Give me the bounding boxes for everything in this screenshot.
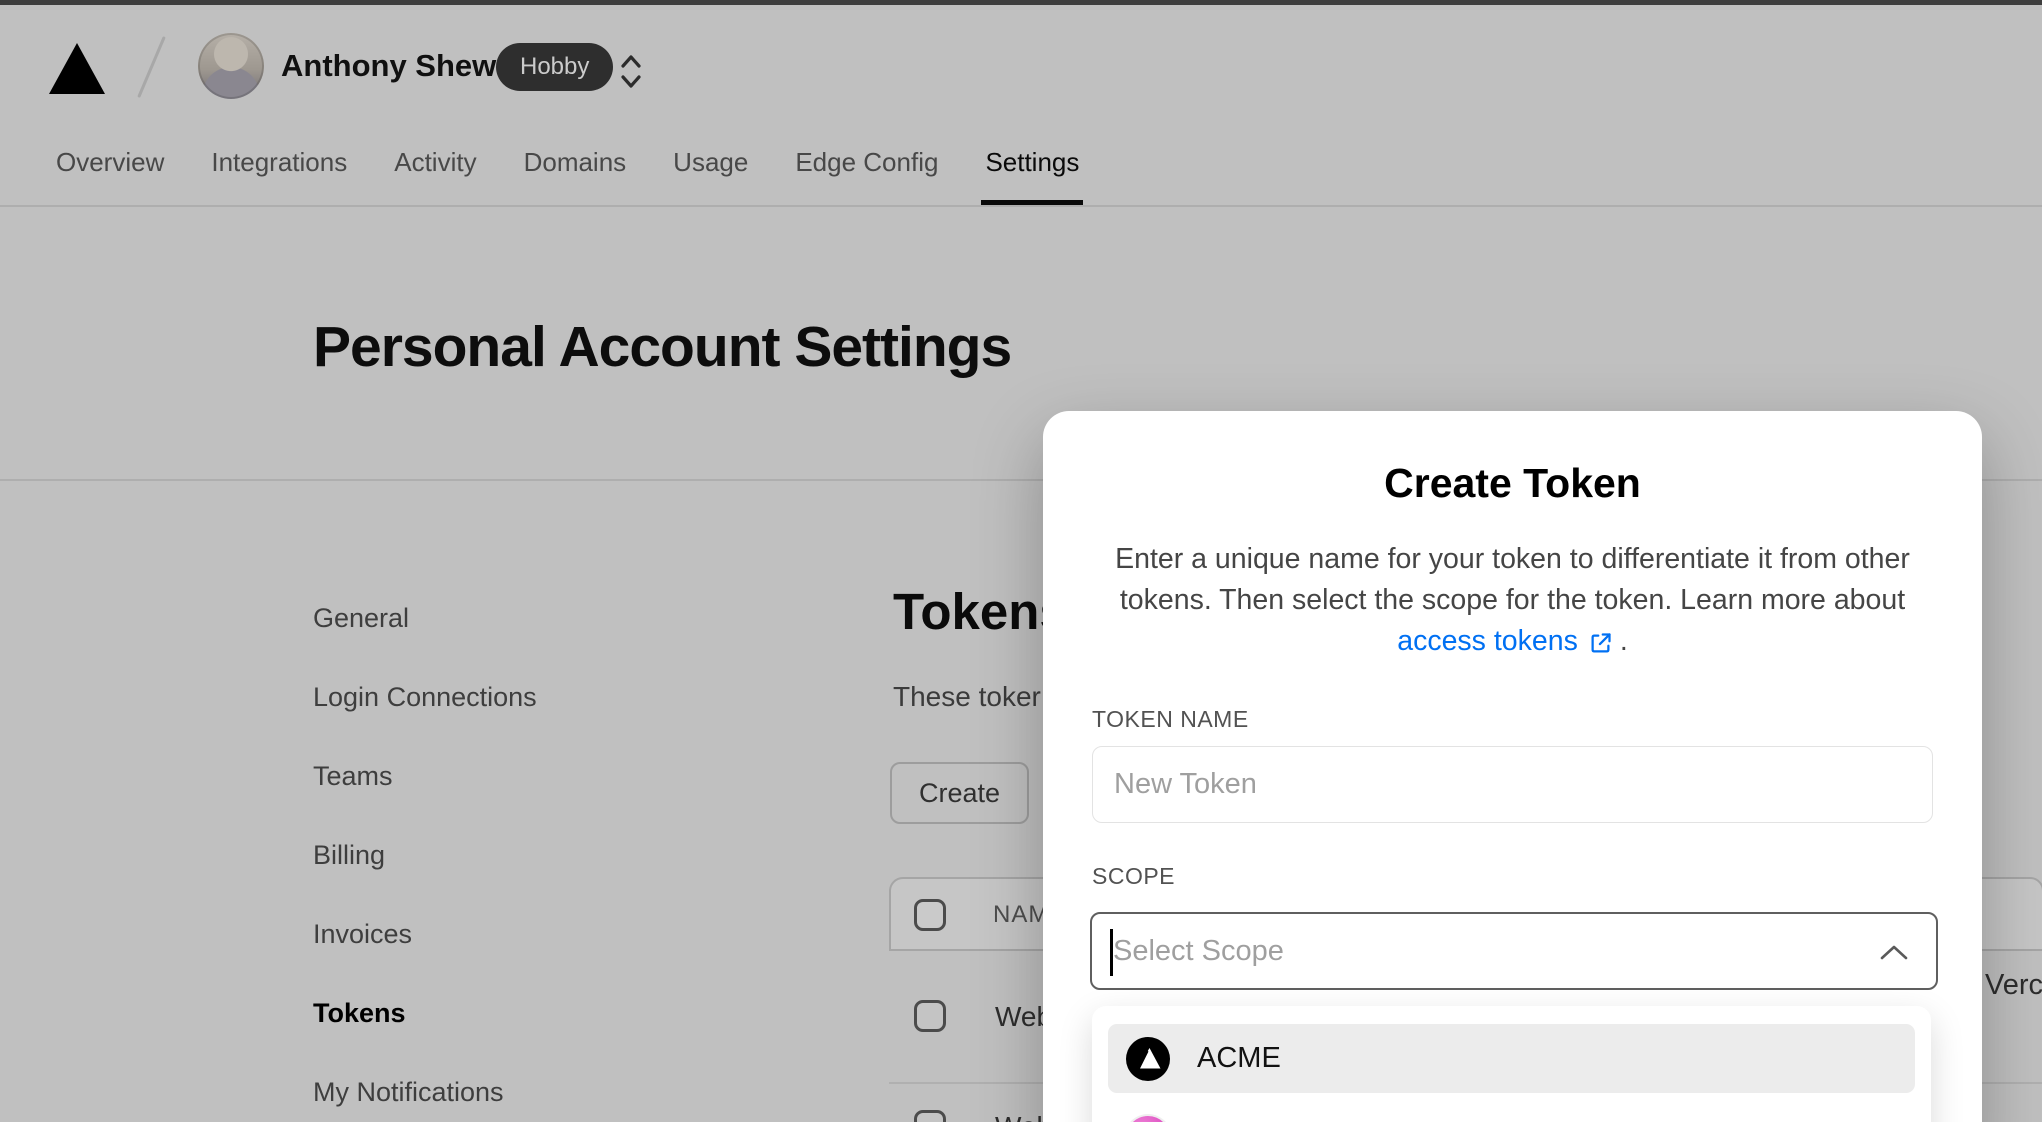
sentence-period: . xyxy=(1619,625,1628,657)
token-row-right-fragment: Verc xyxy=(1985,969,2042,1001)
tab-domains[interactable]: Domains xyxy=(524,140,627,205)
table-column-name: NAM xyxy=(993,901,1050,928)
tokens-section-description: These toker xyxy=(893,681,1041,712)
sidebar-item-my-notifications[interactable]: My Notifications xyxy=(313,1076,537,1109)
sidebar-item-billing[interactable]: Billing xyxy=(313,839,537,872)
row-checkbox[interactable] xyxy=(914,1110,946,1122)
token-name-label: TOKEN NAME xyxy=(1092,706,1249,732)
create-token-modal: Create Token Enter a unique name for you… xyxy=(1043,411,1982,1122)
modal-title: Create Token xyxy=(1384,460,1641,506)
scope-input[interactable] xyxy=(1113,916,1853,986)
window-top-strip xyxy=(0,0,2042,5)
tab-settings[interactable]: Settings xyxy=(981,140,1084,205)
vercel-logo-icon[interactable] xyxy=(49,43,105,94)
scope-combobox[interactable] xyxy=(1090,912,1938,990)
scope-label: SCOPE xyxy=(1092,863,1176,889)
acme-logo-icon xyxy=(1126,1036,1170,1081)
sidebar-item-login-connections[interactable]: Login Connections xyxy=(313,681,537,714)
scope-option-label: ACME xyxy=(1197,1042,1281,1074)
external-link-icon xyxy=(1587,628,1614,655)
plan-badge: Hobby xyxy=(496,43,614,91)
scope-option-acme[interactable]: ACME xyxy=(1108,1024,1915,1093)
tab-activity[interactable]: Activity xyxy=(394,140,476,205)
tab-overview[interactable]: Overview xyxy=(56,140,164,205)
text-cursor xyxy=(1110,929,1113,976)
access-tokens-link[interactable]: access tokens xyxy=(1397,621,1578,662)
settings-sidebar: General Login Connections Teams Billing … xyxy=(313,602,537,1109)
user-avatar[interactable] xyxy=(198,33,264,99)
user-name[interactable]: Anthony Shew xyxy=(281,48,496,84)
team-avatar xyxy=(1126,1115,1170,1122)
tokens-section-heading: Tokens xyxy=(893,583,1068,640)
scope-switcher-chevrons-icon[interactable] xyxy=(616,50,646,94)
row-checkbox[interactable] xyxy=(914,1000,946,1032)
header-divider xyxy=(0,205,2042,207)
modal-description-line2: tokens. Then select the scope for the to… xyxy=(1119,584,1906,616)
modal-description-line1: Enter a unique name for your token to di… xyxy=(1115,543,1910,575)
tab-integrations[interactable]: Integrations xyxy=(211,140,347,205)
modal-description: Enter a unique name for your token to di… xyxy=(1079,539,1946,662)
sidebar-item-tokens[interactable]: Tokens xyxy=(313,997,537,1030)
scope-option-partial[interactable] xyxy=(1108,1103,1915,1122)
screen: Anthony Shew Hobby Overview Integrations… xyxy=(0,0,2042,1122)
create-token-button[interactable]: Create xyxy=(890,762,1029,824)
page-title: Personal Account Settings xyxy=(313,315,1012,379)
select-all-checkbox[interactable] xyxy=(914,899,946,931)
scope-dropdown: ACME xyxy=(1092,1006,1931,1122)
chevron-up-icon[interactable] xyxy=(1878,943,1910,963)
sidebar-item-invoices[interactable]: Invoices xyxy=(313,918,537,951)
token-name-input[interactable] xyxy=(1092,746,1933,823)
sidebar-item-teams[interactable]: Teams xyxy=(313,760,537,793)
sidebar-item-general[interactable]: General xyxy=(313,602,537,635)
tab-usage[interactable]: Usage xyxy=(673,140,748,205)
tab-edge-config[interactable]: Edge Config xyxy=(795,140,938,205)
slash-divider xyxy=(137,36,166,98)
modal-description-line3: access tokens . xyxy=(1079,621,1946,662)
main-nav-tabs: Overview Integrations Activity Domains U… xyxy=(56,140,1084,205)
